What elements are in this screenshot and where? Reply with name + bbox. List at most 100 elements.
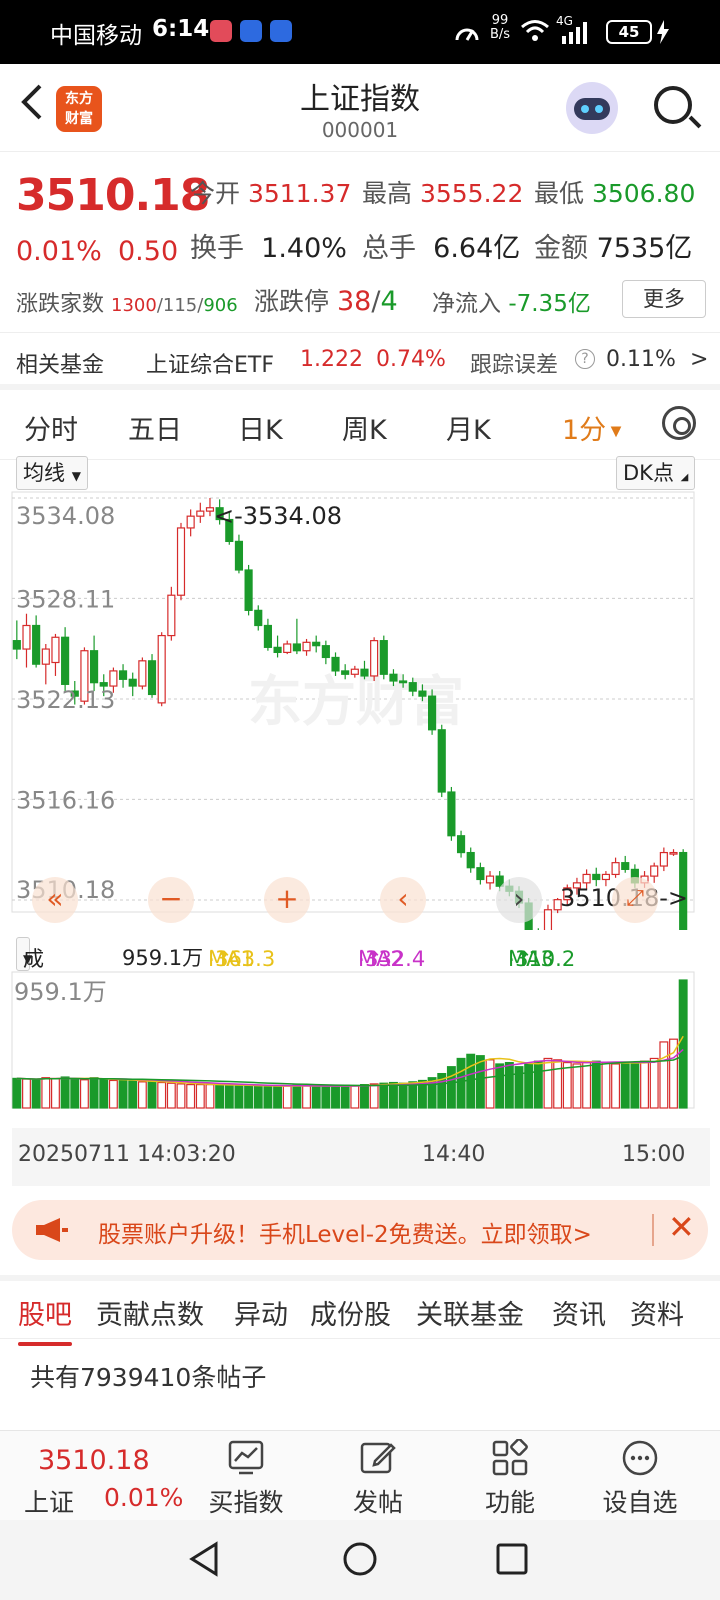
- ai-assistant-icon[interactable]: [566, 82, 618, 134]
- volume-bar: [166, 1082, 176, 1109]
- volume-indicator-select[interactable]: 成交量 ▼: [16, 937, 44, 1035]
- fullscreen-icon[interactable]: ⤢: [612, 877, 658, 923]
- candle: [128, 678, 137, 687]
- ma3-value: MA3:310.2万↑: [508, 942, 576, 999]
- zoom-out-button[interactable]: −: [148, 877, 194, 923]
- volume-bar: [495, 1063, 505, 1109]
- tab-monthly-k[interactable]: 月K: [446, 408, 491, 447]
- promo-text: 股票账户升级！手机Level-2免费送。立即领取>: [98, 1222, 592, 1248]
- notification-app-icon: [210, 20, 232, 42]
- time-tick-end: 15:00: [622, 1142, 686, 1167]
- home-circle-icon[interactable]: [342, 1540, 378, 1578]
- tab-constituents[interactable]: 成份股: [310, 1293, 391, 1332]
- volume-chart[interactable]: 959.1万: [0, 970, 720, 1130]
- candle: [476, 867, 485, 881]
- amount-field: 金额 7535亿: [534, 233, 693, 264]
- functions-button[interactable]: 功能: [450, 1435, 570, 1519]
- max-price-marker: <-3534.08: [214, 502, 342, 530]
- close-icon[interactable]: ✕: [668, 1208, 695, 1246]
- volume-bar: [630, 1061, 640, 1109]
- more-button[interactable]: 更多: [622, 280, 706, 318]
- grid-icon: [492, 1439, 528, 1476]
- gear-icon[interactable]: [662, 406, 696, 440]
- promo-banner[interactable]: 股票账户升级！手机Level-2免费送。立即领取> ✕: [12, 1200, 708, 1260]
- volume-bar: [582, 1061, 592, 1109]
- tab-weekly-k[interactable]: 周K: [342, 408, 387, 447]
- candle: [466, 851, 475, 869]
- time-axis: 20250711 14:03:20 14:40 15:00: [12, 1128, 710, 1186]
- scroll-left-button[interactable]: ‹: [380, 877, 426, 923]
- candle: [147, 660, 157, 696]
- add-watchlist-button[interactable]: 设自选: [580, 1435, 700, 1519]
- candle: [543, 909, 553, 930]
- bottom-name[interactable]: 上证: [24, 1483, 74, 1519]
- tracking-error-label: 跟踪误差: [470, 353, 559, 378]
- volume-bar: [50, 1077, 60, 1109]
- turnover-field: 换手 1.40%: [190, 233, 347, 264]
- candle: [370, 640, 379, 677]
- tab-1min-label: 1分: [562, 415, 607, 446]
- candle: [321, 645, 330, 659]
- volume-bar: [611, 1063, 621, 1109]
- related-fund-row[interactable]: 相关基金 上证综合ETF 1.222 0.74% 跟踪误差 ? 0.11% >: [0, 332, 720, 390]
- fund-price: 1.222: [300, 347, 363, 372]
- tab-profile[interactable]: 资料: [630, 1293, 684, 1332]
- tab-1min[interactable]: 1分 ▼: [562, 408, 621, 447]
- dk-point-button[interactable]: DK点 ◢: [616, 456, 696, 490]
- post-count: 共有7939410条帖子: [30, 1363, 267, 1392]
- volume-bar: [562, 1061, 572, 1109]
- tab-related-funds[interactable]: 关联基金: [416, 1293, 524, 1332]
- candle: [41, 648, 50, 665]
- scroll-right-button[interactable]: ›: [496, 877, 542, 923]
- search-icon[interactable]: [654, 86, 692, 124]
- buy-index-button[interactable]: 买指数: [186, 1435, 306, 1519]
- tab-daily-k[interactable]: 日K: [238, 408, 283, 447]
- clock: 6:14: [152, 16, 210, 42]
- tab-movement[interactable]: 异动: [234, 1293, 288, 1332]
- candle: [418, 690, 427, 697]
- volume-bar: [41, 1077, 51, 1109]
- volume-bar: [70, 1078, 80, 1109]
- candle: [302, 641, 311, 652]
- candle: [22, 624, 31, 650]
- candlestick-chart[interactable]: 东方财富3534.083528.113522.133516.163510.18<…: [0, 490, 720, 930]
- fund-percent: 0.74%: [376, 347, 446, 372]
- quote-panel: 3510.18 0.01% 0.50 今开 3511.37 最高 3555.22…: [0, 152, 720, 332]
- tab-forum[interactable]: 股吧: [18, 1293, 72, 1346]
- post-button[interactable]: 发帖: [318, 1435, 438, 1519]
- back-triangle-icon[interactable]: [186, 1540, 222, 1578]
- candle: [254, 609, 263, 627]
- rewind-button[interactable]: «: [32, 877, 78, 923]
- tab-five-day[interactable]: 五日: [128, 408, 182, 447]
- bottom-nav: 3510.18 上证 0.01% 买指数 发帖 功能 设自选: [0, 1430, 720, 1520]
- banner-divider: [652, 1214, 654, 1246]
- avg-line-select[interactable]: 均线 ▼: [16, 456, 88, 490]
- more-dots-icon: [622, 1440, 658, 1476]
- volume-bar: [263, 1086, 273, 1109]
- volume-bar: [128, 1080, 138, 1109]
- candle: [176, 527, 186, 596]
- tab-news[interactable]: 资讯: [552, 1293, 606, 1332]
- candle: [659, 851, 668, 867]
- candle: [611, 862, 620, 876]
- volume-bar: [649, 1057, 659, 1109]
- zoom-in-button[interactable]: +: [264, 877, 310, 923]
- edit-icon: [360, 1442, 396, 1474]
- bottom-percent[interactable]: 0.01%: [104, 1483, 183, 1512]
- tab-contribution[interactable]: 贡献点数: [96, 1293, 204, 1332]
- net-speed-unit: B/s: [490, 27, 511, 42]
- tab-intraday[interactable]: 分时: [24, 408, 78, 447]
- recents-square-icon[interactable]: [494, 1540, 530, 1578]
- last-price: 3510.18: [16, 170, 210, 221]
- help-icon[interactable]: ?: [575, 349, 595, 369]
- volume-bar: [369, 1083, 379, 1109]
- candle: [331, 656, 340, 672]
- volume-bar: [524, 1063, 534, 1109]
- candle: [51, 636, 60, 664]
- volume-bar: [601, 1061, 611, 1109]
- data-saver-icon: [455, 28, 479, 41]
- bottom-price[interactable]: 3510.18: [38, 1445, 150, 1476]
- volume-bar: [533, 1060, 543, 1109]
- volume-bar: [31, 1079, 41, 1109]
- volume-bar: [350, 1085, 360, 1109]
